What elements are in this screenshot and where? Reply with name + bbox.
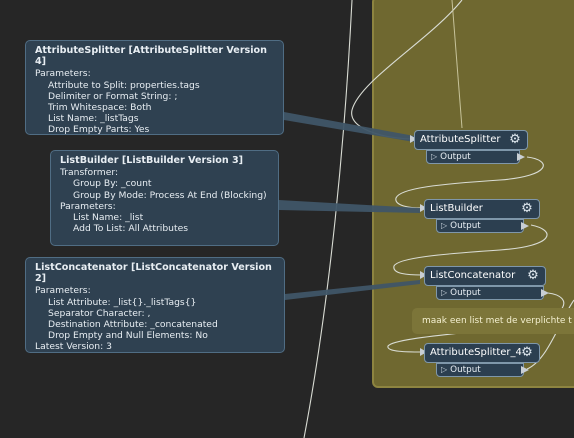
sticky-note[interactable]: maak een list met de verplichte t: [412, 308, 574, 334]
output-port[interactable]: ▷ Output: [436, 363, 529, 377]
transformer-name: AttributeSplitter_4: [430, 347, 522, 358]
expand-triangle-icon[interactable]: ▷: [441, 221, 447, 230]
annotation-line: Group By: _count: [73, 178, 152, 190]
annotation-line: Transformer:: [60, 167, 119, 179]
annotation-line: Drop Empty and Null Elements: No: [48, 330, 208, 342]
output-port[interactable]: ▷ Output: [436, 219, 529, 233]
annotation-line: Parameters:: [60, 200, 116, 212]
output-arrow-icon: [517, 153, 525, 161]
annotation-title: AttributeSplitter [AttributeSplitter Ver…: [35, 45, 267, 68]
annotation-line: Attribute to Split: properties.tags: [48, 79, 200, 91]
transformer-listbuilder[interactable]: ListBuilder ⚙: [424, 199, 540, 219]
output-arrow-icon: [521, 222, 529, 230]
connection-line: [451, 0, 463, 129]
transformer-name: ListBuilder: [430, 203, 483, 214]
output-port[interactable]: ▷ Output: [426, 150, 525, 164]
annotation-listconcatenator[interactable]: ListConcatenator [ListConcatenator Versi…: [25, 257, 285, 353]
annotation-line: Parameters:: [35, 285, 91, 297]
annotation-title: ListConcatenator [ListConcatenator Versi…: [35, 262, 272, 285]
annotation-title: ListBuilder [ListBuilder Version 3]: [60, 155, 244, 166]
output-port[interactable]: ▷ Output: [436, 286, 549, 300]
port-label: Output: [450, 221, 481, 231]
output-arrow-icon: [521, 366, 529, 374]
transformer-name: AttributeSplitter: [420, 134, 501, 145]
port-label: Output: [440, 152, 471, 162]
transformer-name: ListConcatenator: [430, 270, 516, 281]
gear-icon[interactable]: ⚙: [526, 269, 540, 283]
annotation-listbuilder[interactable]: ListBuilder [ListBuilder Version 3] Tran…: [50, 150, 279, 246]
gear-icon[interactable]: ⚙: [520, 202, 534, 216]
port-label: Output: [450, 365, 481, 375]
output-arrow-icon: [541, 289, 549, 297]
port-label: Output: [450, 288, 481, 298]
annotation-line: Destination Attribute: _concatenated: [48, 319, 218, 331]
annotation-attributesplitter[interactable]: AttributeSplitter [AttributeSplitter Ver…: [25, 40, 284, 135]
annotation-line: Separator Character: ,: [48, 307, 151, 319]
annotation-line: Trim Whitespace: Both: [48, 102, 152, 114]
annotation-pointer: [285, 280, 420, 300]
connection-line: [351, 0, 463, 140]
annotation-line: List Name: _listTags: [48, 113, 139, 125]
annotation-line: Add To List: All Attributes: [73, 223, 189, 235]
expand-triangle-icon[interactable]: ▷: [441, 288, 447, 297]
annotation-line: Delimiter or Format String: ;: [48, 90, 178, 102]
annotation-line: Latest Version: 3: [35, 341, 112, 353]
annotation-line: Drop Empty Parts: Yes: [48, 124, 150, 136]
annotation-line: List Attribute: _list{}._listTags{}: [48, 296, 197, 308]
expand-triangle-icon[interactable]: ▷: [441, 365, 447, 374]
transformer-listconcatenator[interactable]: ListConcatenator ⚙: [424, 266, 546, 286]
gear-icon[interactable]: ⚙: [508, 133, 522, 147]
sticky-note-text: maak een list met de verplichte t: [422, 316, 572, 326]
annotation-line: List Name: _list: [73, 212, 144, 224]
gear-icon[interactable]: ⚙: [520, 346, 534, 360]
annotation-line: Group By Mode: Process At End (Blocking): [73, 189, 267, 201]
transformer-attributesplitter-4[interactable]: AttributeSplitter_4 ⚙: [424, 343, 540, 363]
transformer-attributesplitter[interactable]: AttributeSplitter ⚙: [414, 130, 528, 150]
annotation-pointer: [279, 200, 420, 213]
expand-triangle-icon[interactable]: ▷: [431, 152, 437, 161]
annotation-line: Parameters:: [35, 68, 91, 80]
